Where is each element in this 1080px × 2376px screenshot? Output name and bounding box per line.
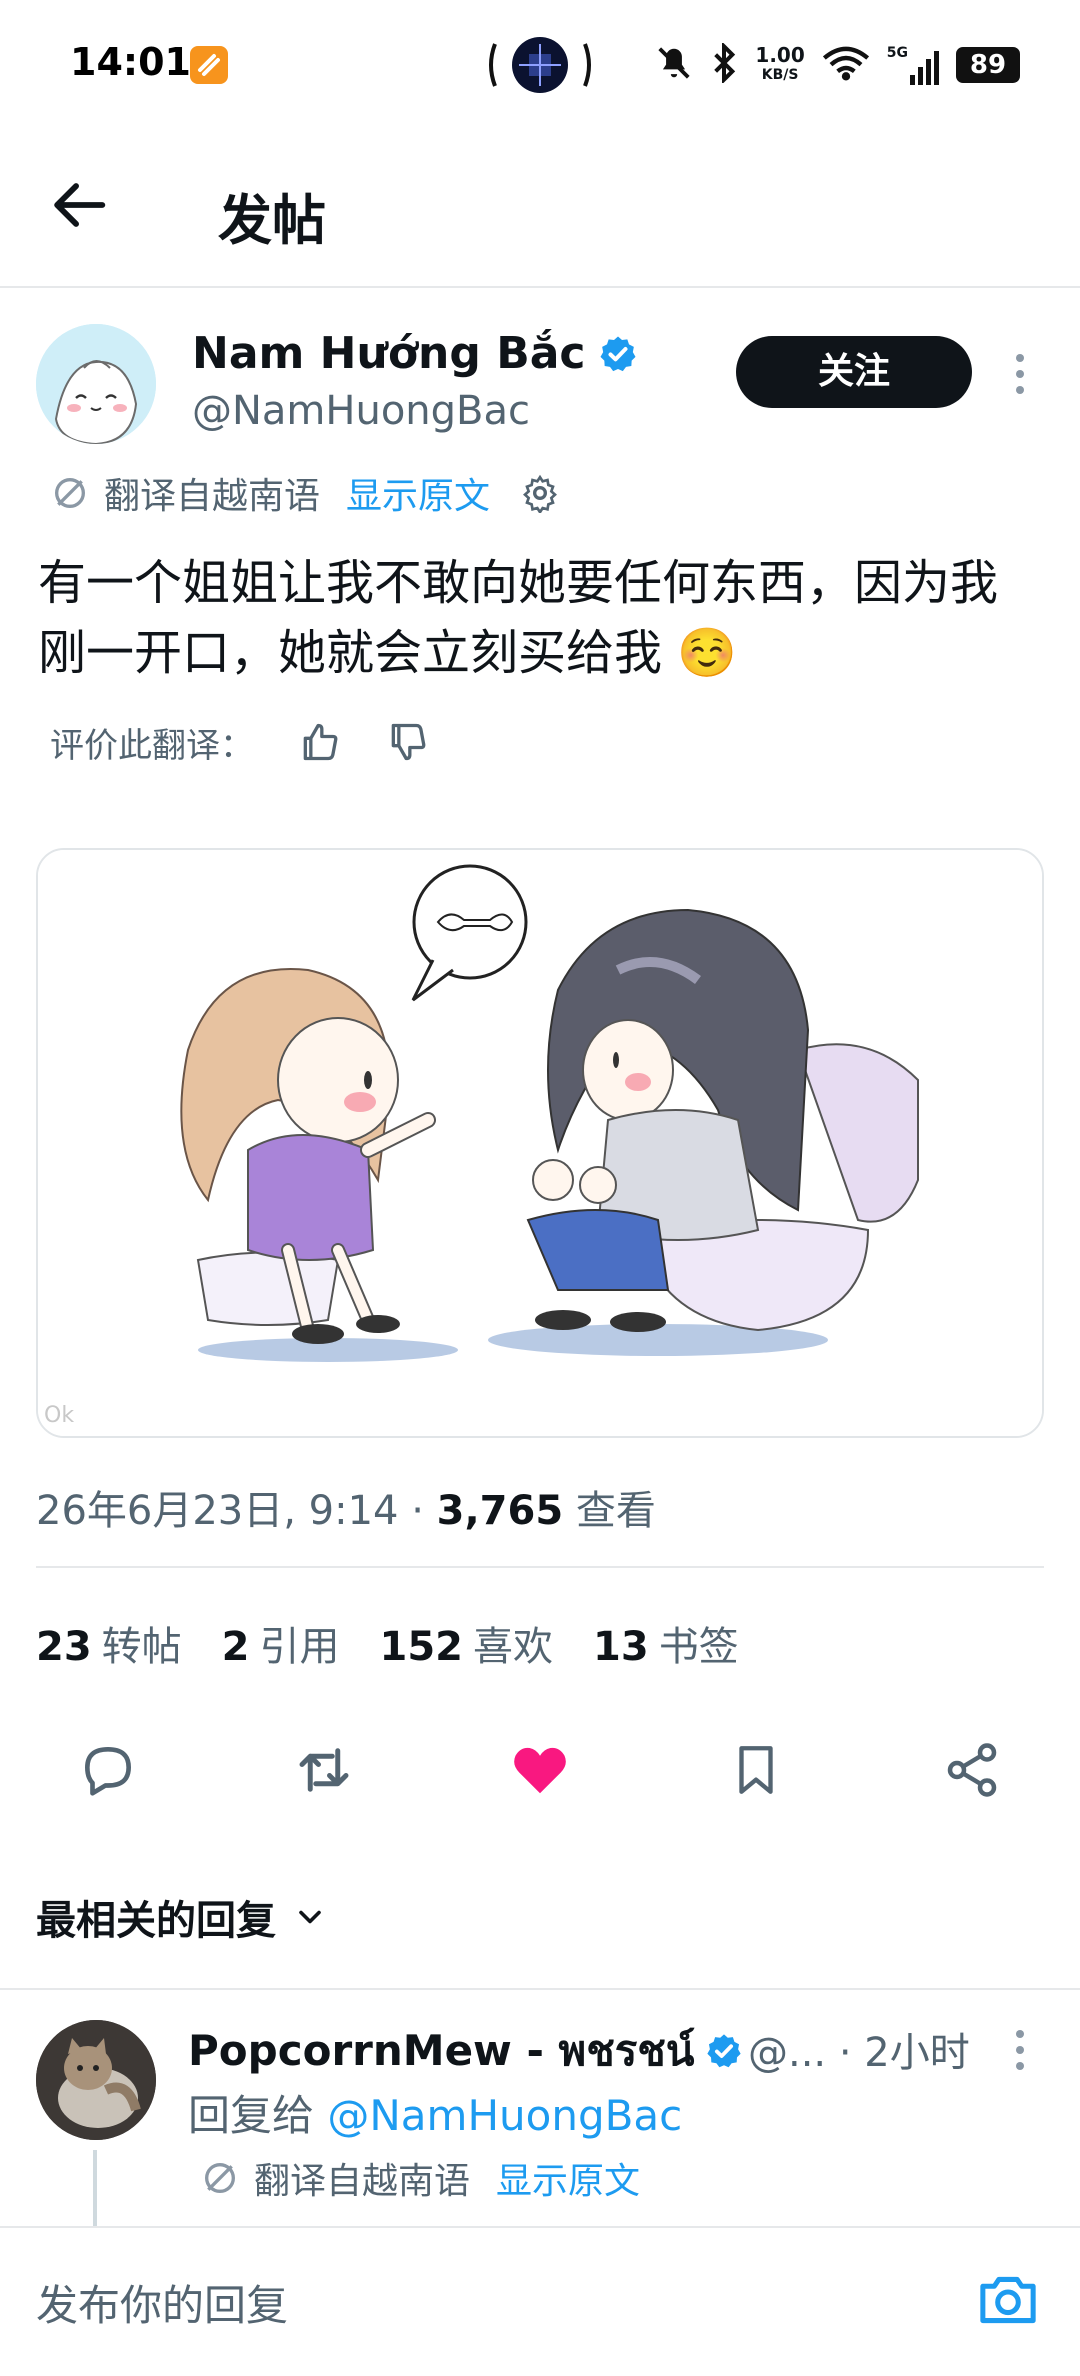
status-time: 14:01 [70, 40, 191, 84]
arrow-left-icon [54, 183, 106, 227]
post-text: 有一个姐姐让我不敢向她要任何东西，因为我刚一开口，她就会立刻买给我 ☺️ [38, 555, 999, 681]
camera-icon [980, 2276, 1036, 2324]
page-title: 发帖 [218, 189, 326, 252]
watermark-text: Ok [44, 1403, 74, 1428]
thread-line [93, 2150, 97, 2226]
more-vertical-icon [1016, 354, 1024, 394]
reply-sort-label: 最相关的回复 [36, 1898, 276, 1944]
reply-to-prefix: 回复给 [188, 2091, 315, 2140]
chevron-down-icon [299, 1910, 321, 1924]
illustration-image: Ok [38, 850, 1042, 1436]
wifi-icon [821, 44, 871, 86]
author-handle[interactable]: @NamHuongBac [192, 388, 530, 434]
rate-translation-label: 评价此翻译： [50, 725, 254, 766]
bluetooth-icon [709, 41, 739, 87]
post-date: 26年6月23日, 9:14 [36, 1488, 399, 1534]
verified-badge-icon [600, 336, 636, 371]
reply-to-line: 回复给 @NamHuongBac [188, 2082, 682, 2143]
reply-author-name-text: PopcorrnMew - พชรชน์ [188, 2026, 695, 2075]
share-button[interactable] [932, 1730, 1012, 1810]
reply-translation-row: 翻译自越南语 显示原文 [200, 2152, 640, 2204]
engagement-stats: 23 转帖 2 引用 152 喜欢 13 书签 [36, 1614, 739, 1672]
bookmarks-stat[interactable]: 13 书签 [593, 1614, 739, 1672]
views-label: 查看 [575, 1488, 656, 1534]
reply-meta: @... · 2小时 [748, 2020, 970, 2078]
status-icons: 1.00 KB/S 5G 89 [655, 40, 1020, 90]
reply-translated-from-label: 翻译自越南语 [254, 2161, 471, 2202]
bookmark-button[interactable] [716, 1730, 796, 1810]
share-icon [947, 1743, 997, 1797]
verified-badge-icon [706, 2034, 741, 2068]
thumbs-down-icon[interactable] [386, 720, 430, 764]
reply-time: · 2小时 [838, 2030, 970, 2076]
translate-icon [205, 2163, 235, 2193]
back-button[interactable] [44, 170, 124, 240]
reply-more-options-button[interactable] [1004, 2022, 1036, 2078]
reposts-stat[interactable]: 23 转帖 [36, 1614, 182, 1672]
reply-author-name[interactable]: PopcorrnMew - พชรชน์ [188, 2018, 743, 2084]
translated-from-label: 翻译自越南语 [104, 476, 321, 517]
likes-stat[interactable]: 152 喜欢 [380, 1614, 554, 1672]
heart-icon [514, 1747, 566, 1794]
views-count: 3,765 [436, 1488, 564, 1534]
like-button[interactable] [500, 1730, 580, 1810]
more-options-button[interactable] [1000, 344, 1040, 404]
app-notification-icon [190, 46, 228, 84]
translation-row: 翻译自越南语 显示原文 [50, 468, 560, 518]
reply-button[interactable] [68, 1730, 148, 1810]
thumbs-up-icon[interactable] [298, 720, 342, 764]
repost-button[interactable] [284, 1730, 364, 1810]
reply-input[interactable]: 发布你的回复 [36, 2272, 288, 2333]
post-image[interactable]: Ok [36, 848, 1044, 1438]
replies-divider [0, 1988, 1080, 1990]
translate-icon [55, 478, 85, 508]
author-name[interactable]: Nam Hướng Bắc [192, 328, 638, 379]
action-bar [0, 1730, 1080, 1820]
signal-icon: 5G [887, 45, 940, 85]
reply-author-handle[interactable]: @... [748, 2030, 826, 2076]
meta-divider [36, 1566, 1044, 1568]
header-divider [0, 286, 1080, 288]
author-name-text: Nam Hướng Bắc [192, 328, 586, 379]
add-photo-button[interactable] [976, 2270, 1040, 2330]
show-original-link[interactable]: 显示原文 [346, 467, 490, 519]
author-avatar[interactable] [36, 324, 156, 444]
gear-icon[interactable] [520, 473, 560, 513]
reply-author-avatar[interactable] [36, 2020, 156, 2140]
follow-button[interactable]: 关注 [736, 336, 972, 408]
repost-icon [299, 1748, 349, 1792]
quotes-stat[interactable]: 2 引用 [222, 1614, 340, 1672]
reply-sort-dropdown[interactable]: 最相关的回复 [36, 1888, 328, 1946]
post-meta: 26年6月23日, 9:14 · 3,765 查看 [36, 1488, 656, 1534]
camera-cutout-indicator [485, 34, 595, 96]
bookmark-icon [739, 1746, 773, 1794]
reply-show-original-link[interactable]: 显示原文 [496, 2152, 640, 2204]
net-speed: 1.00 KB/S [755, 43, 805, 83]
rate-translation-row: 评价此翻译： [50, 716, 430, 768]
mute-icon [655, 44, 693, 86]
more-vertical-icon [1016, 2030, 1024, 2070]
reply-icon [85, 1747, 131, 1796]
battery-indicator: 89 [956, 47, 1020, 83]
reply-to-handle-link[interactable]: @NamHuongBac [327, 2091, 682, 2140]
